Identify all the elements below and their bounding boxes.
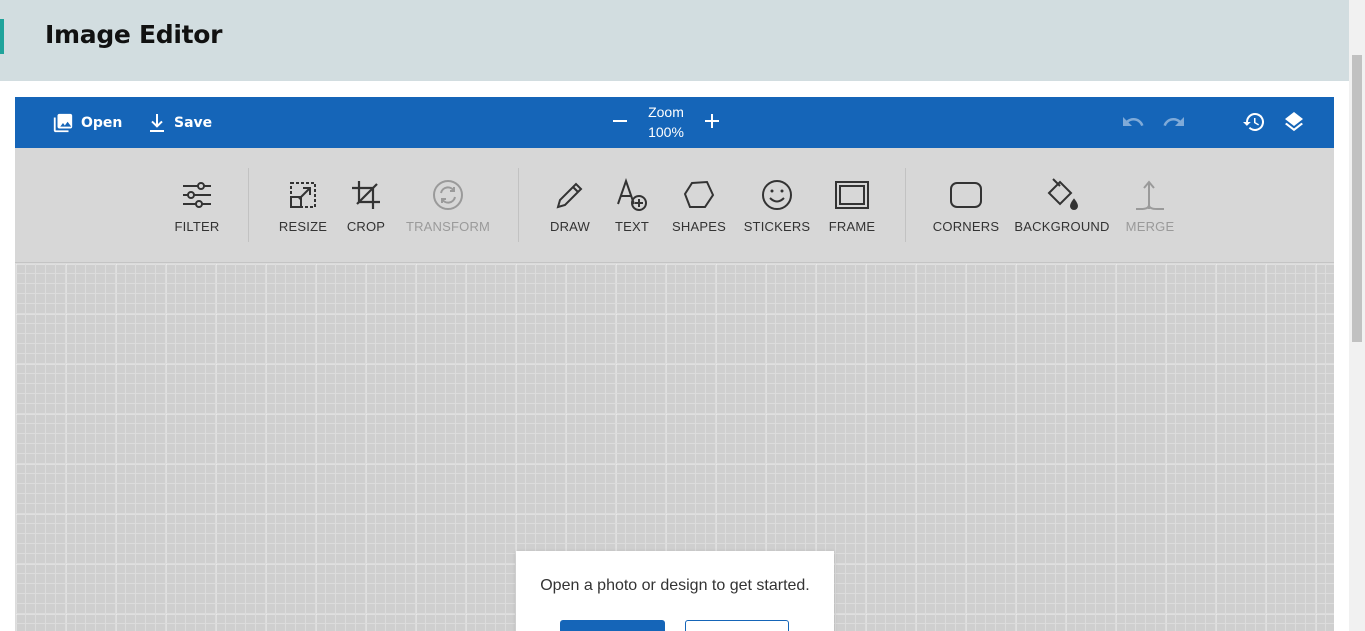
dialog-secondary-button[interactable] [685,620,789,631]
merge-icon [1132,177,1168,213]
history-icon [1242,112,1266,138]
tool-crop[interactable]: CROP [346,148,386,263]
tool-merge[interactable]: MERGE [1126,148,1174,263]
smiley-icon [759,177,795,213]
polygon-icon [681,177,717,213]
text-add-icon [614,177,650,213]
page-title: Image Editor [45,20,223,49]
zoom-in-button[interactable] [701,110,723,132]
plus-icon [701,114,723,136]
tool-label: TRANSFORM [405,219,491,234]
download-icon [148,113,166,133]
tool-resize[interactable]: RESIZE [278,148,328,263]
zoom-label: Zoom [648,104,684,120]
redo-icon [1162,117,1186,138]
toolbar-divider [905,168,906,242]
tool-draw[interactable]: DRAW [550,148,590,263]
scrollbar-thumb[interactable] [1352,55,1362,342]
tool-label: FILTER [174,219,220,234]
tool-frame[interactable]: FRAME [828,148,876,263]
crop-icon [348,177,384,213]
tool-text[interactable]: TEXT [614,148,650,263]
tool-label: CROP [346,219,386,234]
layers-icon [1282,112,1306,138]
image-icon [52,112,74,134]
undo-icon [1121,117,1145,138]
tool-label: STICKERS [743,219,811,234]
resize-icon [285,177,321,213]
redo-button[interactable] [1162,110,1186,134]
pencil-icon [552,177,588,213]
toolbar-divider [248,168,249,242]
save-label: Save [174,114,213,131]
tool-transform[interactable]: TRANSFORM [405,148,491,263]
tools-toolbar: FILTER RESIZE CROP TRANSFORM DRAW TEXT S… [15,148,1334,263]
tool-corners[interactable]: CORNERS [932,148,1000,263]
undo-button[interactable] [1121,110,1145,134]
image-editor: Open Save Zoom 100% FILTER RESIZE CROP T… [15,97,1334,631]
tool-label: BACKGROUND [1014,219,1110,234]
paint-bucket-icon [1044,177,1080,213]
dialog-message: Open a photo or design to get started. [540,577,810,594]
zoom-value: 100% [648,124,684,140]
editor-canvas[interactable]: Open a photo or design to get started. [15,263,1334,631]
vertical-scrollbar[interactable] [1349,0,1365,631]
tool-label: CORNERS [932,219,1000,234]
toolbar-divider [518,168,519,242]
rotate-icon [430,177,466,213]
rounded-rect-icon [948,177,984,213]
dialog-open-button[interactable] [560,620,665,631]
open-button[interactable]: Open [52,97,122,148]
history-button[interactable] [1242,110,1266,134]
page-header: Image Editor [0,0,1349,81]
frame-icon [834,177,870,213]
layers-button[interactable] [1282,110,1306,134]
tool-background[interactable]: BACKGROUND [1014,148,1109,263]
sliders-icon [179,177,215,213]
open-label: Open [81,114,123,131]
zoom-out-button[interactable] [609,110,631,132]
editor-topbar: Open Save Zoom 100% [15,97,1334,148]
tool-label: RESIZE [278,219,328,234]
save-button[interactable]: Save [148,97,212,148]
accent-bar [0,19,4,54]
tool-stickers[interactable]: STICKERS [743,148,811,263]
tool-label: DRAW [549,219,591,234]
get-started-dialog: Open a photo or design to get started. [516,551,834,631]
tool-label: TEXT [614,219,650,234]
minus-icon [609,119,631,136]
tool-label: MERGE [1125,219,1175,234]
zoom-indicator: Zoom 100% [639,102,693,142]
tool-label: SHAPES [672,219,726,234]
tool-shapes[interactable]: SHAPES [672,148,726,263]
tool-filter[interactable]: FILTER [174,148,219,263]
tool-label: FRAME [828,219,876,234]
